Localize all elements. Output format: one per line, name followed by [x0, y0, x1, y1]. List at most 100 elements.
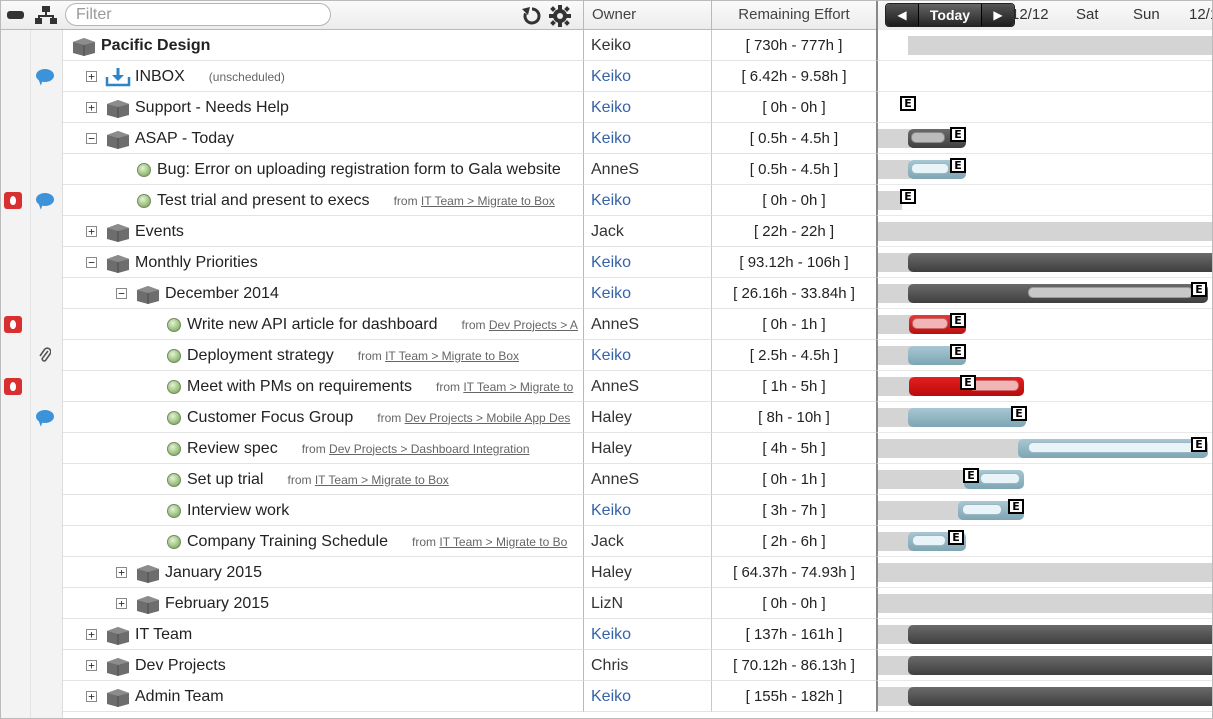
- remaining-effort-column-header[interactable]: Remaining Effort: [711, 1, 876, 30]
- tree-row[interactable]: + Admin Team Keiko [ 155h - 182h ]: [1, 681, 1212, 712]
- source-link[interactable]: IT Team > Migrate to Box: [385, 349, 519, 363]
- milestone-marker[interactable]: E: [960, 375, 976, 390]
- owner-cell[interactable]: Keiko: [583, 185, 711, 216]
- expand-toggle[interactable]: +: [116, 567, 127, 578]
- source-link[interactable]: IT Team > Migrate to Box: [421, 194, 555, 208]
- tree-row[interactable]: Set up trial from IT Team > Migrate to B…: [1, 464, 1212, 495]
- owner-cell[interactable]: Keiko: [583, 92, 711, 123]
- gantt-bar[interactable]: [908, 687, 1212, 706]
- item-name[interactable]: Dev Projects: [135, 657, 226, 675]
- milestone-marker[interactable]: E: [900, 189, 916, 204]
- tree-row[interactable]: Customer Focus Group from Dev Projects >…: [1, 402, 1212, 433]
- urgent-flag-icon[interactable]: [4, 192, 22, 209]
- task-status-icon[interactable]: [167, 348, 181, 363]
- filter-input[interactable]: [65, 3, 331, 26]
- task-status-icon[interactable]: [167, 472, 181, 487]
- owner-cell[interactable]: Haley: [583, 433, 711, 464]
- tree-row[interactable]: Bug: Error on uploading registration for…: [1, 154, 1212, 185]
- item-name[interactable]: Review spec: [187, 440, 278, 458]
- milestone-marker[interactable]: E: [950, 344, 966, 359]
- owner-cell[interactable]: Keiko: [583, 495, 711, 526]
- item-name[interactable]: IT Team: [135, 626, 192, 644]
- gantt-bar[interactable]: [908, 284, 1208, 303]
- owner-cell[interactable]: Jack: [583, 216, 711, 247]
- milestone-marker[interactable]: E: [1191, 437, 1207, 452]
- tree-row[interactable]: + Dev Projects Chris [ 70.12h - 86.13h ]: [1, 650, 1212, 681]
- item-name[interactable]: Set up trial: [187, 471, 263, 489]
- tree-row[interactable]: + Events Jack [ 22h - 22h ]: [1, 216, 1212, 247]
- tree-row[interactable]: + January 2015 Haley [ 64.37h - 74.93h ]: [1, 557, 1212, 588]
- item-name[interactable]: February 2015: [165, 595, 269, 613]
- today-button[interactable]: Today: [918, 4, 982, 26]
- attachment-icon[interactable]: [39, 347, 51, 364]
- comment-icon[interactable]: [36, 410, 54, 423]
- source-link[interactable]: IT Team > Migrate to: [463, 380, 573, 394]
- gantt-bar[interactable]: [908, 656, 1212, 675]
- task-status-icon[interactable]: [137, 193, 151, 208]
- task-status-icon[interactable]: [167, 379, 181, 394]
- milestone-marker[interactable]: E: [950, 127, 966, 142]
- item-name[interactable]: Events: [135, 223, 184, 241]
- comment-icon[interactable]: [36, 193, 54, 206]
- tree-row[interactable]: Company Training Schedule from IT Team >…: [1, 526, 1212, 557]
- milestone-marker[interactable]: E: [950, 313, 966, 328]
- milestone-marker[interactable]: E: [1191, 282, 1207, 297]
- milestone-marker[interactable]: E: [950, 158, 966, 173]
- next-button[interactable]: ▶: [982, 4, 1014, 26]
- expand-toggle[interactable]: +: [86, 691, 97, 702]
- owner-cell[interactable]: Haley: [583, 557, 711, 588]
- tree-row[interactable]: Pacific Design Keiko [ 730h - 777h ]: [1, 30, 1212, 61]
- item-name[interactable]: Support - Needs Help: [135, 99, 289, 117]
- owner-cell[interactable]: Haley: [583, 402, 711, 433]
- tree-row[interactable]: + IT Team Keiko [ 137h - 161h ]: [1, 619, 1212, 650]
- tree-row[interactable]: Meet with PMs on requirements from IT Te…: [1, 371, 1212, 402]
- tree-row[interactable]: − ASAP - Today Keiko [ 0.5h - 4.5h ] E: [1, 123, 1212, 154]
- owner-cell[interactable]: LizN: [583, 588, 711, 619]
- item-name[interactable]: Company Training Schedule: [187, 533, 388, 551]
- item-name[interactable]: Admin Team: [135, 688, 224, 706]
- expand-toggle[interactable]: +: [86, 629, 97, 640]
- expand-toggle[interactable]: +: [86, 226, 97, 237]
- milestone-marker[interactable]: E: [1008, 499, 1024, 514]
- item-name[interactable]: Bug: Error on uploading registration for…: [157, 161, 561, 179]
- item-name[interactable]: January 2015: [165, 564, 262, 582]
- task-status-icon[interactable]: [167, 503, 181, 518]
- urgent-flag-icon[interactable]: [4, 378, 22, 395]
- owner-cell[interactable]: Keiko: [583, 123, 711, 154]
- gear-icon[interactable]: [549, 5, 571, 27]
- owner-cell[interactable]: Jack: [583, 526, 711, 557]
- comment-icon[interactable]: [36, 69, 54, 82]
- gantt-bar[interactable]: [908, 625, 1212, 644]
- tree-row[interactable]: + February 2015 LizN [ 0h - 0h ]: [1, 588, 1212, 619]
- milestone-marker[interactable]: E: [963, 468, 979, 483]
- tree-row[interactable]: − Monthly Priorities Keiko [ 93.12h - 10…: [1, 247, 1212, 278]
- owner-cell[interactable]: AnneS: [583, 154, 711, 185]
- task-status-icon[interactable]: [137, 162, 151, 177]
- tree-row[interactable]: Review spec from Dev Projects > Dashboar…: [1, 433, 1212, 464]
- source-link[interactable]: Dev Projects > Dashboard Integration: [329, 442, 529, 456]
- source-link[interactable]: Dev Projects > A: [489, 318, 578, 332]
- tree-row[interactable]: Test trial and present to execs from IT …: [1, 185, 1212, 216]
- urgent-flag-icon[interactable]: [4, 316, 22, 333]
- owner-cell[interactable]: AnneS: [583, 371, 711, 402]
- milestone-marker[interactable]: E: [900, 96, 916, 111]
- item-name[interactable]: INBOX: [135, 68, 185, 86]
- previous-button[interactable]: ◀: [886, 4, 918, 26]
- owner-cell[interactable]: AnneS: [583, 464, 711, 495]
- task-status-icon[interactable]: [167, 317, 181, 332]
- gantt-bar[interactable]: [1018, 439, 1208, 458]
- item-name[interactable]: Pacific Design: [101, 37, 210, 55]
- owner-cell[interactable]: Keiko: [583, 30, 711, 61]
- collapse-toggle[interactable]: −: [86, 133, 97, 144]
- item-name[interactable]: Write new API article for dashboard: [187, 316, 438, 334]
- milestone-marker[interactable]: E: [948, 530, 964, 545]
- item-name[interactable]: Deployment strategy: [187, 347, 334, 365]
- owner-cell[interactable]: AnneS: [583, 309, 711, 340]
- gantt-bar[interactable]: [908, 253, 1212, 272]
- hierarchy-icon[interactable]: [34, 5, 57, 25]
- item-name[interactable]: Interview work: [187, 502, 289, 520]
- refresh-icon[interactable]: [521, 5, 543, 25]
- item-name[interactable]: December 2014: [165, 285, 279, 303]
- owner-cell[interactable]: Keiko: [583, 619, 711, 650]
- expand-toggle[interactable]: +: [86, 102, 97, 113]
